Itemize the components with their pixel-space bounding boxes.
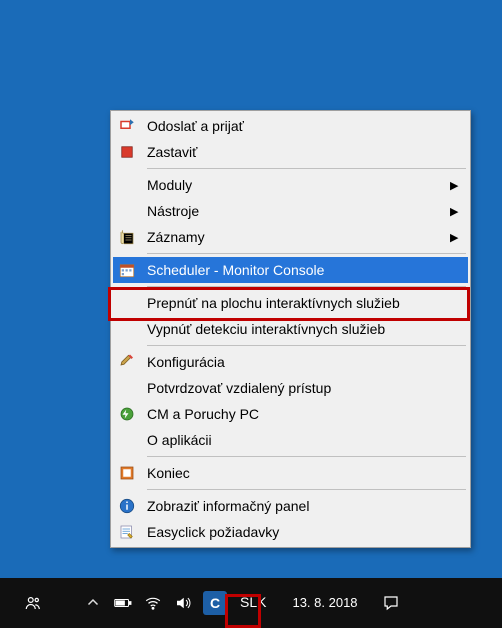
clock-date[interactable]: 13. 8. 2018 (284, 596, 365, 610)
volume-icon[interactable] (168, 578, 198, 628)
menu-item[interactable]: CM a Poruchy PC (113, 401, 468, 427)
submenu-arrow-icon: ▶ (450, 231, 468, 244)
menu-item-label: CM a Poruchy PC (141, 406, 450, 422)
menu-item-label: Zobraziť informačný panel (141, 498, 450, 514)
tray-chevron-up-icon[interactable] (78, 578, 108, 628)
menu-item[interactable]: Vypnúť detekciu interaktívnych služieb (113, 316, 468, 342)
tray-context-menu: Odoslať a prijaťZastaviťModuly▶Nástroje▶… (110, 110, 471, 548)
menu-item[interactable]: Zobraziť informačný panel (113, 493, 468, 519)
menu-separator (147, 253, 466, 254)
menu-item-label: Konfigurácia (141, 354, 450, 370)
language-text: SLK (240, 594, 266, 610)
menu-item-label: Záznamy (141, 229, 450, 245)
menu-separator (147, 345, 466, 346)
info-icon (113, 497, 141, 515)
cm-icon (113, 405, 141, 423)
taskbar: C SLK 13. 8. 2018 (0, 578, 502, 628)
easyclick-icon (113, 523, 141, 541)
menu-item-label: Odoslať a prijať (141, 118, 450, 134)
menu-item[interactable]: Scheduler - Monitor Console (113, 257, 468, 283)
tray-app-icon-letter: C (210, 595, 220, 611)
date-text: 13. 8. 2018 (292, 595, 357, 610)
config-icon (113, 353, 141, 371)
menu-item-label: Prepnúť na plochu interaktívnych služieb (141, 295, 450, 311)
menu-item[interactable]: Prepnúť na plochu interaktívnych služieb (113, 290, 468, 316)
exit-icon (113, 464, 141, 482)
stop-icon (113, 143, 141, 161)
menu-separator (147, 286, 466, 287)
battery-icon[interactable] (108, 578, 138, 628)
action-center-icon[interactable] (374, 578, 408, 628)
menu-item[interactable]: Moduly▶ (113, 172, 468, 198)
menu-item[interactable]: Potvrdzovať vzdialený prístup (113, 375, 468, 401)
menu-item[interactable]: Easyclick požiadavky (113, 519, 468, 545)
menu-item[interactable]: Nástroje▶ (113, 198, 468, 224)
menu-separator (147, 456, 466, 457)
people-icon[interactable] (18, 578, 48, 628)
menu-separator (147, 489, 466, 490)
scheduler-icon (113, 261, 141, 279)
menu-item-label: O aplikácii (141, 432, 450, 448)
menu-item[interactable]: O aplikácii (113, 427, 468, 453)
menu-item-label: Vypnúť detekciu interaktívnych služieb (141, 321, 450, 337)
tray-app-icon[interactable]: C (198, 578, 232, 628)
menu-item[interactable]: Konfigurácia (113, 349, 468, 375)
menu-item-label: Moduly (141, 177, 450, 193)
menu-item-label: Zastaviť (141, 144, 450, 160)
menu-item-label: Nástroje (141, 203, 450, 219)
menu-separator (147, 168, 466, 169)
wifi-icon[interactable] (138, 578, 168, 628)
menu-item-label: Potvrdzovať vzdialený prístup (141, 380, 450, 396)
menu-item-label: Easyclick požiadavky (141, 524, 450, 540)
language-indicator[interactable]: SLK (232, 595, 274, 610)
submenu-arrow-icon: ▶ (450, 179, 468, 192)
menu-item[interactable]: Koniec (113, 460, 468, 486)
menu-item[interactable]: Záznamy▶ (113, 224, 468, 250)
logs-icon (113, 228, 141, 246)
send-receive-icon (113, 117, 141, 135)
menu-item[interactable]: Odoslať a prijať (113, 113, 468, 139)
menu-item[interactable]: Zastaviť (113, 139, 468, 165)
menu-item-label: Scheduler - Monitor Console (141, 262, 450, 278)
menu-item-label: Koniec (141, 465, 450, 481)
submenu-arrow-icon: ▶ (450, 205, 468, 218)
